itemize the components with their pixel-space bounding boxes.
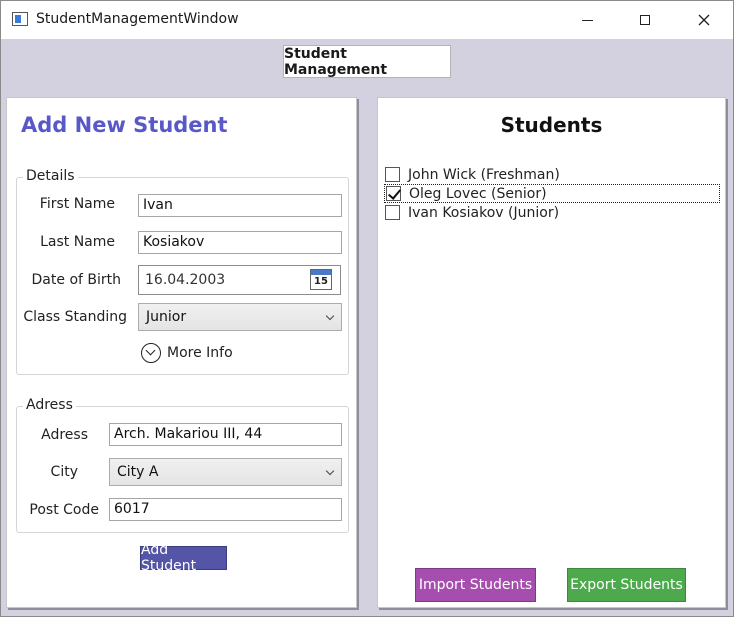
add-student-heading: Add New Student bbox=[21, 113, 228, 137]
students-panel: Students John Wick (Freshman) Oleg Lovec… bbox=[377, 97, 726, 608]
chevron-down-icon bbox=[325, 466, 335, 476]
last-name-label: Last Name bbox=[40, 234, 115, 250]
city-label: City bbox=[50, 464, 78, 480]
address-group: Adress Adress Arch. Makariou III, 44 Cit… bbox=[16, 397, 349, 533]
address-label: Adress bbox=[41, 427, 88, 443]
student-label: Oleg Lovec (Senior) bbox=[409, 185, 547, 202]
close-icon bbox=[698, 14, 710, 26]
city-value: City A bbox=[117, 464, 159, 480]
import-students-button[interactable]: Import Students bbox=[415, 568, 536, 602]
student-label: Ivan Kosiakov (Junior) bbox=[408, 204, 560, 221]
date-of-birth-picker[interactable]: 16.04.2003 15 bbox=[138, 265, 341, 295]
calendar-day: 15 bbox=[314, 276, 328, 287]
student-checkbox[interactable] bbox=[385, 167, 400, 182]
student-item-oleg-lovec[interactable]: Oleg Lovec (Senior) bbox=[384, 184, 720, 203]
students-title: Students bbox=[500, 113, 603, 137]
title-bar: StudentManagementWindow bbox=[1, 1, 733, 39]
last-name-field[interactable]: Kosiakov bbox=[138, 231, 342, 254]
window-title: StudentManagementWindow bbox=[36, 11, 239, 27]
add-student-button[interactable]: Add Student bbox=[140, 542, 227, 574]
class-standing-value: Junior bbox=[146, 309, 187, 325]
app-window-icon bbox=[12, 12, 28, 26]
minimize-button[interactable] bbox=[564, 1, 610, 39]
first-name-label: First Name bbox=[39, 196, 115, 212]
details-legend: Details bbox=[23, 168, 78, 184]
maximize-button[interactable] bbox=[622, 1, 668, 39]
student-label: John Wick (Freshman) bbox=[408, 166, 560, 183]
student-checkbox[interactable] bbox=[385, 205, 400, 220]
address-field[interactable]: Arch. Makariou III, 44 bbox=[109, 423, 342, 446]
chevron-circle-icon bbox=[141, 343, 161, 363]
export-students-button[interactable]: Export Students bbox=[567, 568, 686, 602]
student-management-button[interactable]: Student Management bbox=[283, 45, 451, 78]
calendar-icon[interactable]: 15 bbox=[310, 269, 332, 290]
post-code-label: Post Code bbox=[29, 502, 99, 518]
chevron-down-icon bbox=[325, 311, 335, 321]
student-item-ivan-kosiakov[interactable]: Ivan Kosiakov (Junior) bbox=[384, 203, 720, 222]
first-name-field[interactable]: Ivan bbox=[138, 194, 342, 217]
post-code-field[interactable]: 6017 bbox=[109, 498, 342, 521]
class-standing-label: Class Standing bbox=[23, 309, 127, 325]
details-group: Details First Name Ivan Last Name Kosiak… bbox=[16, 168, 349, 375]
more-info-label: More Info bbox=[167, 345, 233, 361]
class-standing-select[interactable]: Junior bbox=[138, 303, 342, 331]
add-student-panel: Add New Student Details First Name Ivan … bbox=[6, 97, 357, 608]
maximize-icon bbox=[640, 15, 650, 25]
address-legend: Adress bbox=[23, 397, 76, 413]
date-of-birth-value: 16.04.2003 bbox=[145, 272, 226, 288]
student-item-john-wick[interactable]: John Wick (Freshman) bbox=[384, 165, 720, 184]
date-of-birth-label: Date of Birth bbox=[31, 272, 121, 288]
student-checkbox[interactable] bbox=[386, 186, 401, 201]
more-info-toggle[interactable]: More Info bbox=[141, 341, 233, 365]
student-management-window: StudentManagementWindow Student Manageme… bbox=[0, 0, 734, 617]
close-button[interactable] bbox=[681, 1, 727, 39]
students-list: John Wick (Freshman) Oleg Lovec (Senior)… bbox=[384, 165, 720, 222]
city-select[interactable]: City A bbox=[109, 458, 342, 486]
minimize-icon bbox=[581, 19, 593, 21]
